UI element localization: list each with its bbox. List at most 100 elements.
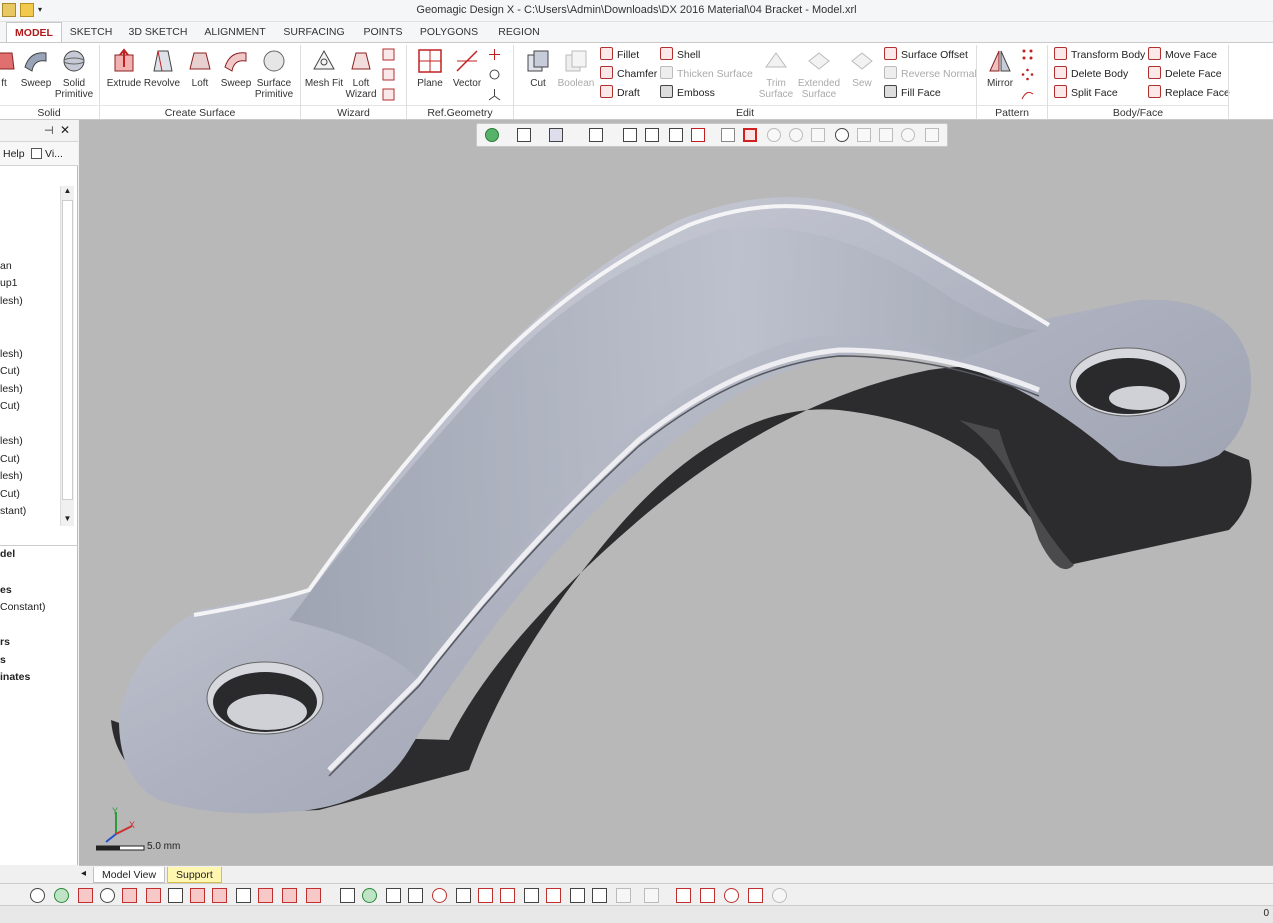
curve-pattern-icon[interactable] — [1021, 88, 1034, 101]
mesh-fit-button[interactable]: Mesh Fit — [304, 47, 344, 103]
filter-disabled-icon[interactable] — [616, 888, 631, 903]
tab-alignment[interactable]: ALIGNMENT — [200, 22, 270, 42]
model-tree-item[interactable]: s — [0, 654, 6, 666]
delete-face-button[interactable]: Delete Face — [1148, 65, 1222, 83]
point-icon[interactable] — [488, 48, 501, 61]
view-menu[interactable]: Vi... — [45, 148, 63, 160]
fill-face-button[interactable]: Fill Face — [884, 84, 941, 102]
view-cube-icon[interactable] — [517, 128, 531, 142]
angle-icon[interactable] — [700, 888, 715, 903]
circle-select-icon[interactable] — [767, 128, 781, 142]
loft-wizard-button[interactable]: Loft Wizard — [341, 47, 381, 103]
move-face-button[interactable]: Move Face — [1148, 46, 1217, 64]
copy-disabled-icon[interactable] — [644, 888, 659, 903]
select-plane-icon[interactable] — [524, 888, 539, 903]
select-body-icon[interactable] — [362, 888, 377, 903]
plane-button[interactable]: Plane — [410, 47, 450, 103]
clip-icon[interactable] — [669, 128, 683, 142]
front-view-icon[interactable] — [589, 128, 603, 142]
extended-surface-button[interactable]: Extended Surface — [796, 47, 842, 103]
tree-item[interactable]: lesh) — [0, 383, 23, 395]
boolean-button[interactable]: Boolean — [556, 47, 596, 103]
surface-offset-button[interactable]: Surface Offset — [884, 46, 968, 64]
emboss-button[interactable]: Emboss — [660, 84, 715, 102]
polygon-select-icon[interactable] — [789, 128, 803, 142]
tab-support[interactable]: Support — [167, 867, 222, 883]
render-mode-icon[interactable] — [549, 128, 563, 142]
freeform-select-icon[interactable] — [811, 128, 825, 142]
extension-select-icon[interactable] — [901, 128, 915, 142]
tab-model[interactable]: MODEL — [6, 22, 62, 43]
show-surface-icon[interactable] — [236, 888, 251, 903]
select-point-icon[interactable] — [570, 888, 585, 903]
chamfer-button[interactable]: Chamfer — [600, 65, 657, 83]
show-curve-icon[interactable] — [258, 888, 273, 903]
fillet-button[interactable]: Fillet — [600, 46, 639, 64]
tab-polygons[interactable]: POLYGONS — [416, 22, 482, 42]
show-body-icon[interactable] — [212, 888, 227, 903]
transform-body-button[interactable]: Transform Body — [1054, 46, 1145, 64]
close-icon[interactable]: ✕ — [60, 123, 70, 137]
tab-3d-sketch[interactable]: 3D SKETCH — [126, 22, 190, 42]
show-deviation-icon[interactable] — [306, 888, 321, 903]
model-tree-item[interactable]: Constant) — [0, 601, 46, 613]
tree-item[interactable]: up1 — [0, 277, 18, 289]
show-ref-icon[interactable] — [190, 888, 205, 903]
tree-scrollbar[interactable]: ▲ ▼ — [60, 186, 74, 526]
show-points-icon[interactable] — [100, 888, 115, 903]
linear-pattern-icon[interactable] — [1021, 48, 1034, 61]
split-face-button[interactable]: Split Face — [1054, 84, 1118, 102]
view-icon[interactable] — [31, 148, 42, 159]
draft-button[interactable]: Draft — [600, 84, 640, 102]
tree-item[interactable]: lesh) — [0, 348, 23, 360]
tab-points[interactable]: POINTS — [358, 22, 408, 42]
select-sketch-icon[interactable] — [500, 888, 515, 903]
scroll-up-icon[interactable]: ▲ — [61, 186, 74, 198]
model-tree-item[interactable]: es — [0, 584, 12, 596]
cut-button[interactable]: Cut — [518, 47, 558, 103]
select-region-icon[interactable] — [456, 888, 471, 903]
loft-button[interactable]: Loft — [180, 47, 220, 103]
show-sketch-icon[interactable] — [146, 888, 161, 903]
sew-button[interactable]: Sew — [842, 47, 882, 103]
tab-surfacing[interactable]: SURFACING — [280, 22, 348, 42]
reverse-normal-button[interactable]: Reverse Normal — [884, 65, 977, 83]
section-icon[interactable] — [623, 128, 637, 142]
sweep-solid-button[interactable]: Sweep — [16, 47, 56, 103]
view-fit-icon[interactable] — [485, 128, 499, 142]
show-mesh-icon[interactable] — [78, 888, 93, 903]
tab-scroll-left-icon[interactable]: ◂ — [81, 868, 86, 879]
select-edge-icon[interactable] — [408, 888, 423, 903]
lasso-select-icon[interactable] — [835, 128, 849, 142]
mirror-button[interactable]: Mirror — [980, 47, 1020, 103]
line-select-icon[interactable] — [721, 128, 735, 142]
measure-icon[interactable] — [645, 128, 659, 142]
shell-button[interactable]: Shell — [660, 46, 700, 64]
extrude-button[interactable]: Extrude — [104, 47, 144, 103]
wizard-small-icon[interactable] — [382, 88, 395, 101]
tree-item[interactable]: an — [0, 260, 12, 272]
visible-only-icon[interactable] — [925, 128, 939, 142]
tree-item[interactable]: Cut) — [0, 453, 20, 465]
revolve-button[interactable]: Revolve — [142, 47, 182, 103]
select-line-icon[interactable] — [546, 888, 561, 903]
bracket-model[interactable] — [79, 120, 1273, 865]
model-tree-item[interactable]: inates — [0, 671, 30, 683]
axis-icon[interactable] — [488, 88, 501, 101]
coordinate-icon[interactable] — [488, 68, 501, 81]
model-tree-item[interactable]: del — [0, 548, 15, 560]
tree-item[interactable]: Cut) — [0, 488, 20, 500]
scroll-down-icon[interactable]: ▼ — [61, 514, 74, 526]
scroll-thumb[interactable] — [62, 200, 73, 500]
tab-region[interactable]: REGION — [492, 22, 546, 42]
rectangle-select-icon[interactable] — [743, 128, 757, 142]
ruler-icon[interactable] — [676, 888, 691, 903]
tree-item[interactable]: lesh) — [0, 435, 23, 447]
pin-icon[interactable]: ⊣ — [44, 124, 54, 137]
brush-select-icon[interactable] — [879, 128, 893, 142]
filter-icon[interactable] — [592, 888, 607, 903]
wizard-small-icon[interactable] — [382, 48, 395, 61]
tree-item[interactable]: Cut) — [0, 400, 20, 412]
select-mesh-icon[interactable] — [340, 888, 355, 903]
print-icon[interactable] — [748, 888, 763, 903]
